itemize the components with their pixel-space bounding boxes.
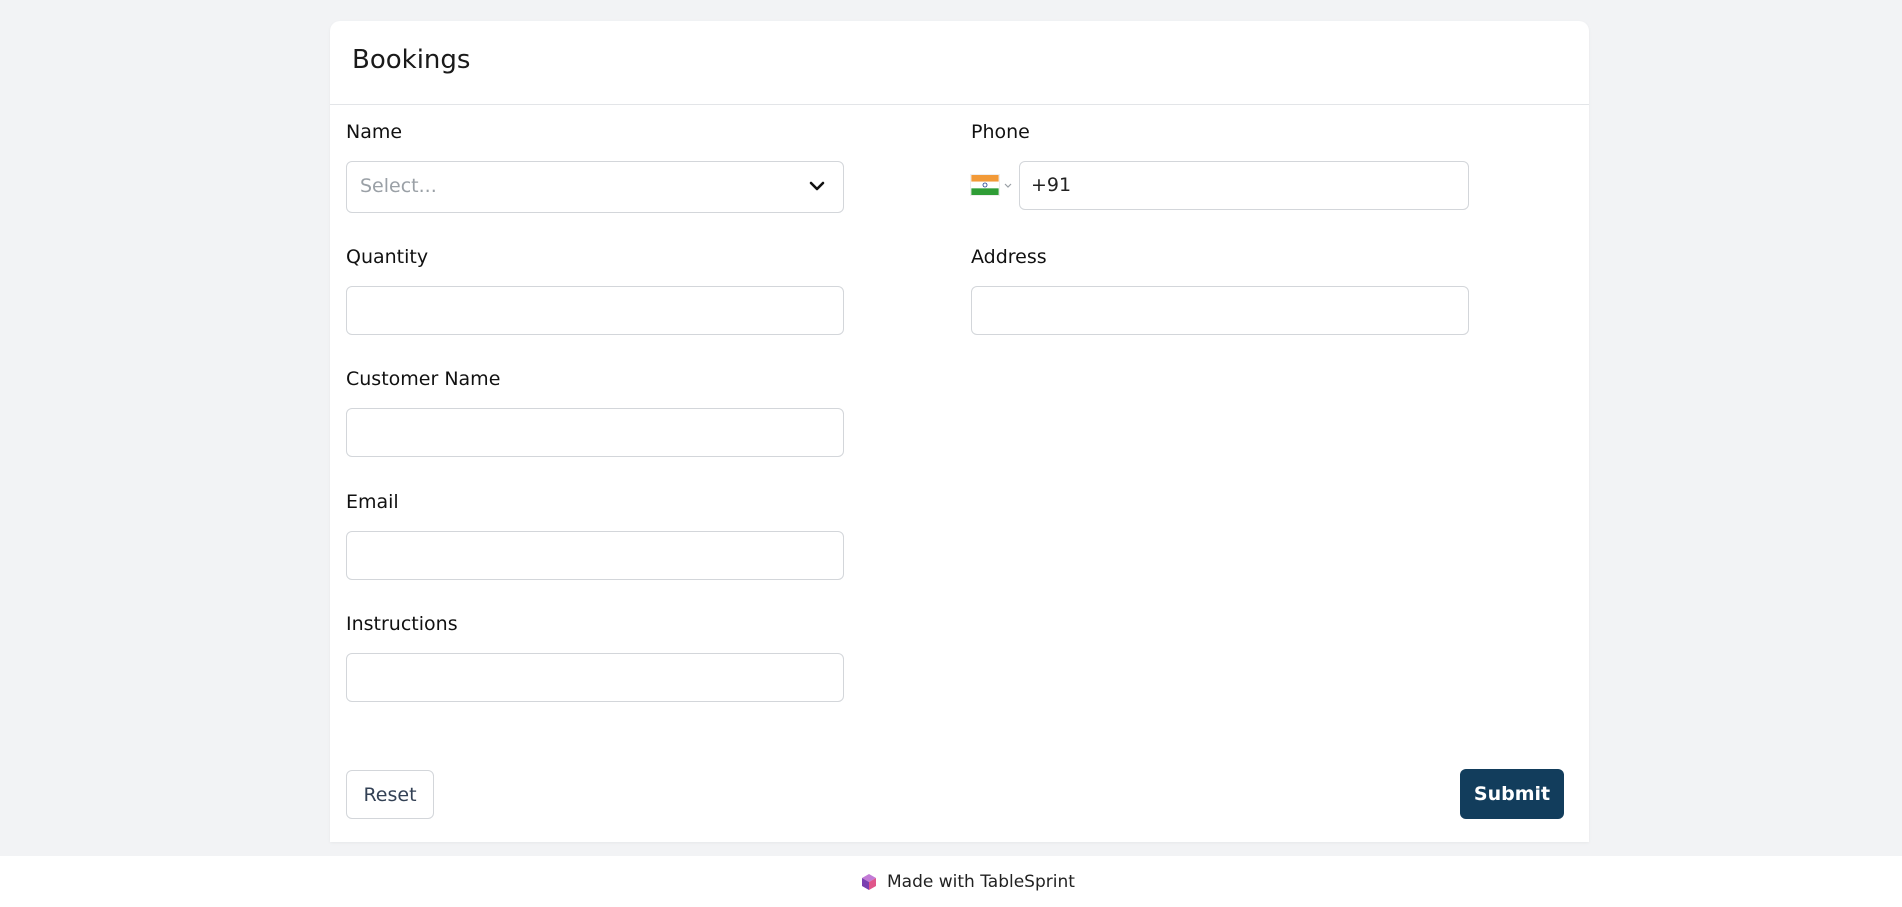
customer-name-label: Customer Name — [346, 368, 501, 390]
form-title: Bookings — [352, 45, 471, 75]
instructions-input[interactable] — [346, 653, 844, 702]
quantity-label: Quantity — [346, 246, 429, 268]
email-label: Email — [346, 491, 399, 513]
phone-input-value: +91 — [1031, 174, 1072, 196]
name-select[interactable]: Select... — [346, 161, 844, 213]
chevron-down-icon — [1004, 183, 1012, 188]
booking-form-card: Bookings Name Select... Phone +91 Quanti… — [330, 21, 1589, 842]
footer: Made with TableSprint — [0, 856, 1902, 907]
email-input[interactable] — [346, 531, 844, 580]
tablesprint-logo-icon — [862, 874, 876, 890]
form-header: Bookings — [330, 21, 1589, 105]
footer-text: Made with TableSprint — [887, 872, 1075, 892]
phone-input[interactable]: +91 — [1019, 161, 1469, 210]
submit-button[interactable]: Submit — [1460, 769, 1564, 819]
address-label: Address — [971, 246, 1047, 268]
phone-label: Phone — [971, 121, 1030, 143]
reset-button[interactable]: Reset — [346, 770, 434, 819]
quantity-input[interactable] — [346, 286, 844, 335]
name-label: Name — [346, 121, 403, 143]
instructions-label: Instructions — [346, 613, 458, 635]
chevron-down-icon[interactable] — [807, 173, 827, 199]
country-selector[interactable] — [970, 174, 1016, 198]
address-input[interactable] — [971, 286, 1469, 335]
india-flag-icon — [970, 174, 1000, 196]
footer-branding[interactable]: Made with TableSprint — [860, 872, 1075, 892]
customer-name-input[interactable] — [346, 408, 844, 457]
name-select-placeholder: Select... — [360, 175, 437, 197]
